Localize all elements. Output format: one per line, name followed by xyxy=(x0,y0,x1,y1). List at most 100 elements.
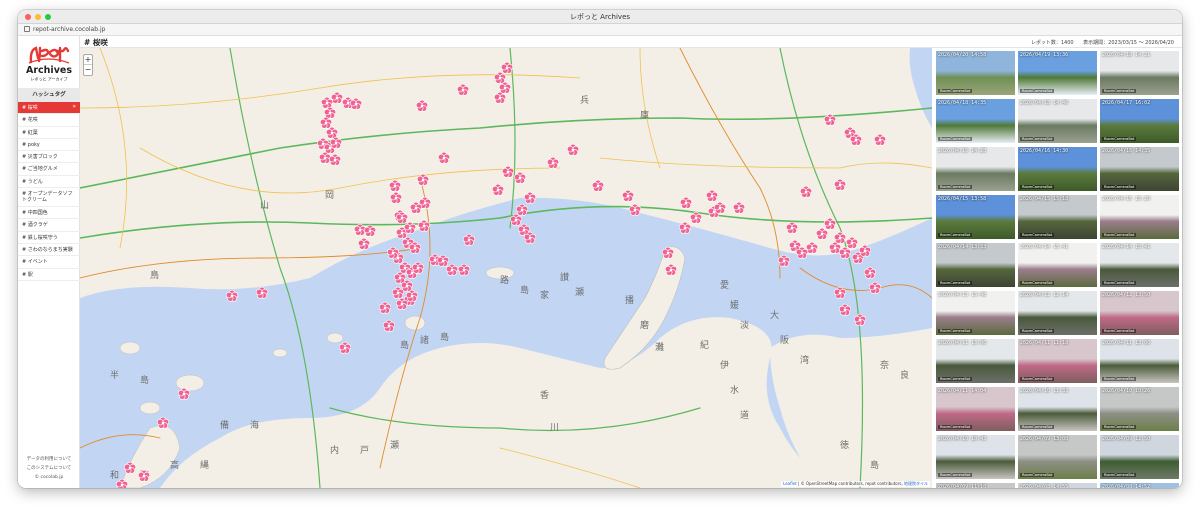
zoom-control: + − xyxy=(83,54,93,76)
photo-timestamp: 2026/04/08 14:52 xyxy=(1102,484,1151,488)
photo-thumbnail[interactable]: 2026/04/11 14:04 RoomCameraBot xyxy=(936,387,1015,431)
photo-timestamp: 2026/04/18 14:35 xyxy=(938,100,987,106)
map-place-label: 媛 xyxy=(730,299,739,311)
hashtag-item[interactable]: # ご当地グルメ xyxy=(18,163,80,176)
photo-timestamp: 2026/04/10 10:43 xyxy=(938,436,987,442)
hashtag-item[interactable]: # 酒クラゲ xyxy=(18,219,80,232)
leaflet-link[interactable]: Leaflet xyxy=(783,481,797,486)
gsi-tile-link[interactable]: 地理院タイル xyxy=(904,481,928,486)
photo-thumbnail[interactable]: 2026/04/14 13:33 RoomCameraBot xyxy=(936,243,1015,287)
photo-timestamp: 2026/04/10 11:33 xyxy=(1020,388,1069,394)
hashtag-item[interactable]: # うどん xyxy=(18,176,80,189)
map-place-label: 水 xyxy=(730,384,739,396)
photo-thumbnail[interactable]: 2026/04/11 13:06 RoomCameraBot xyxy=(936,339,1015,383)
photo-thumbnail[interactable]: 2026/04/15 15:20 RoomCameraBot xyxy=(1100,195,1179,239)
photo-thumbnail[interactable]: 2026/04/19 13:36 RoomCameraBot xyxy=(1018,51,1097,95)
hashtag-heading: ハッシュタグ xyxy=(18,88,80,102)
photo-thumbnail[interactable]: 2026/04/10 10:43 RoomCameraBot xyxy=(936,435,1015,479)
photo-user-label: RoomCameraBot xyxy=(1102,185,1137,189)
photo-thumbnail[interactable]: 2026/04/15 15:18 RoomCameraBot xyxy=(1018,195,1097,239)
photo-thumbnail[interactable]: 2026/04/17 16:02 RoomCameraBot xyxy=(1100,99,1179,143)
photo-timestamp: 2026/04/18 14:21 xyxy=(1102,52,1151,58)
main-header: # 桜咲 レポット数：1400 表示期間：2023/03/15 〜 2026/0… xyxy=(80,36,1182,48)
title-bar: レポっと Archives xyxy=(18,10,1182,24)
data-usage-link[interactable]: データの利用について xyxy=(18,455,80,464)
photo-thumbnail[interactable]: 2026/04/16 14:28 RoomCameraBot xyxy=(936,147,1015,191)
map-place-label: 諸 xyxy=(420,334,429,346)
photo-thumbnail[interactable]: 2026/04/09 13:08 RoomCameraBot xyxy=(1018,435,1097,479)
photo-timestamp: 2026/04/09 13:08 xyxy=(1020,436,1069,442)
hashtag-item[interactable]: # 桜咲 xyxy=(18,102,80,115)
map-place-label: 海 xyxy=(250,419,259,431)
photo-timestamp: 2026/04/18 14:46 xyxy=(1020,100,1069,106)
about-system-link[interactable]: このシステムについて xyxy=(18,464,80,473)
url-bar[interactable]: repot-archive.cocolab.jp xyxy=(18,24,1182,36)
hashtag-item[interactable]: # 駅 xyxy=(18,269,80,281)
zoom-in-button[interactable]: + xyxy=(84,55,92,65)
photo-user-label: RoomCameraBot xyxy=(938,329,973,333)
photo-thumbnail[interactable]: 2026/04/09 11:10RoomCameraBot xyxy=(936,483,1015,488)
photo-thumbnail[interactable]: 2026/04/14 15:41 RoomCameraBot xyxy=(1018,243,1097,287)
map-place-label: 路 xyxy=(500,274,509,286)
photo-thumbnail[interactable]: 2026/04/11 13:06 RoomCameraBot xyxy=(1100,339,1179,383)
photo-thumbnail[interactable]: 2026/04/14 15:41 RoomCameraBot xyxy=(1100,243,1179,287)
photo-user-label: RoomCameraBot xyxy=(1020,377,1055,381)
photo-timestamp: 2026/04/08 14:55 xyxy=(1020,484,1069,488)
hashtag-item[interactable]: # イベント xyxy=(18,256,80,269)
photo-thumbnail[interactable]: 2026/04/13 13:48 RoomCameraBot xyxy=(936,291,1015,335)
photo-thumbnail[interactable]: 2026/04/16 14:30 RoomCameraBot xyxy=(1018,147,1097,191)
photo-timestamp: 2026/04/14 13:33 xyxy=(938,244,987,250)
map-place-label: 島 xyxy=(440,331,449,343)
photo-thumbnail[interactable]: 2026/04/18 14:46 RoomCameraBot xyxy=(1018,99,1097,143)
map-place-label: 備 xyxy=(220,419,229,431)
hashtag-item[interactable]: # 紅葉 xyxy=(18,127,80,139)
photo-timestamp: 2026/04/09 12:50 xyxy=(1102,436,1151,442)
photo-thumbnail[interactable]: 2026/04/18 14:21 RoomCameraBot xyxy=(1100,51,1179,95)
hashtag-item[interactable]: # オープンデータソフトクリーム xyxy=(18,188,80,208)
photo-timestamp: 2026/04/19 13:36 xyxy=(1020,52,1069,58)
hashtag-item[interactable]: # poky xyxy=(18,139,80,152)
photo-user-label: RoomCameraBot xyxy=(1102,89,1137,93)
photo-user-label: RoomCameraBot xyxy=(1102,233,1137,237)
photo-thumbnail[interactable]: 2026/04/08 14:52RoomCameraBot xyxy=(1100,483,1179,488)
photo-timestamp: 2026/04/15 15:20 xyxy=(1102,196,1151,202)
map-place-label: 奈 xyxy=(880,359,889,371)
photo-timestamp: 2026/04/11 13:06 xyxy=(1102,340,1151,346)
hashtag-item[interactable]: # 花咲 xyxy=(18,114,80,127)
map-place-label: 讃 xyxy=(560,271,569,283)
map-place-label: 灘 xyxy=(655,341,664,353)
site-icon xyxy=(24,26,30,32)
photo-timestamp: 2026/04/11 13:06 xyxy=(938,340,987,346)
hashtag-item[interactable]: # 中四国色 xyxy=(18,207,80,220)
hashtag-item[interactable]: # 鉄し桜咲守う xyxy=(18,232,80,244)
photo-thumbnail[interactable]: 2026/04/11 11:18 RoomCameraBot xyxy=(1018,339,1097,383)
photo-user-label: RoomCameraBot xyxy=(938,233,973,237)
zoom-out-button[interactable]: − xyxy=(84,65,92,75)
photo-thumbnail[interactable]: 2026/04/12 13:50 RoomCameraBot xyxy=(1100,291,1179,335)
photo-user-label: RoomCameraBot xyxy=(1020,137,1055,141)
photo-thumbnail[interactable]: 2026/04/20 14:58 RoomCameraBot xyxy=(936,51,1015,95)
hashtag-item[interactable]: # 災害ブロック xyxy=(18,151,80,164)
map-place-label: 鳥 xyxy=(150,269,159,281)
photo-thumbnail[interactable]: 2026/04/09 12:50 RoomCameraBot xyxy=(1100,435,1179,479)
hashtag-item[interactable]: # さわのならまち実験 xyxy=(18,244,80,257)
photo-timestamp: 2026/04/11 14:04 xyxy=(938,388,987,394)
photo-thumbnail[interactable]: 2026/04/10 11:33 RoomCameraBot xyxy=(1018,387,1097,431)
map[interactable]: 兵庫山岡鳥香川播磨灘大阪湾瀬戸内海備讃瀬紀伊水道徳島和歌高縄半島愛媛淡路島家島諸… xyxy=(80,48,932,488)
photo-thumbnail[interactable]: 2026/04/08 14:55RoomCameraBot xyxy=(1018,483,1097,488)
map-place-label: 戸 xyxy=(360,445,369,456)
photo-user-label: RoomCameraBot xyxy=(1020,89,1055,93)
photo-thumbnail[interactable]: 2026/04/10 10:26 RoomCameraBot xyxy=(1100,387,1179,431)
map-place-label: 湾 xyxy=(800,354,809,366)
photo-thumbnail[interactable]: 2026/04/18 14:35 RoomCameraBot xyxy=(936,99,1015,143)
map-canvas[interactable]: 兵庫山岡鳥香川播磨灘大阪湾瀬戸内海備讃瀬紀伊水道徳島和歌高縄半島愛媛淡路島家島諸… xyxy=(80,48,932,488)
map-place-label: 山 xyxy=(260,200,269,211)
photo-timestamp: 2026/04/13 13:48 xyxy=(938,292,987,298)
repot-archives-logo[interactable]: Archives レポっと アーカイブ xyxy=(26,42,72,86)
map-place-label: 半 xyxy=(110,369,119,381)
photo-thumbnail[interactable]: 2026/04/16 14:35 RoomCameraBot xyxy=(1100,147,1179,191)
photo-thumbnail[interactable]: 2026/04/15 13:58 RoomCameraBot xyxy=(936,195,1015,239)
photo-thumbnail[interactable]: 2026/04/12 12:14 RoomCameraBot xyxy=(1018,291,1097,335)
map-place-label: 香 xyxy=(540,390,549,401)
map-place-label: 播 xyxy=(625,294,634,306)
